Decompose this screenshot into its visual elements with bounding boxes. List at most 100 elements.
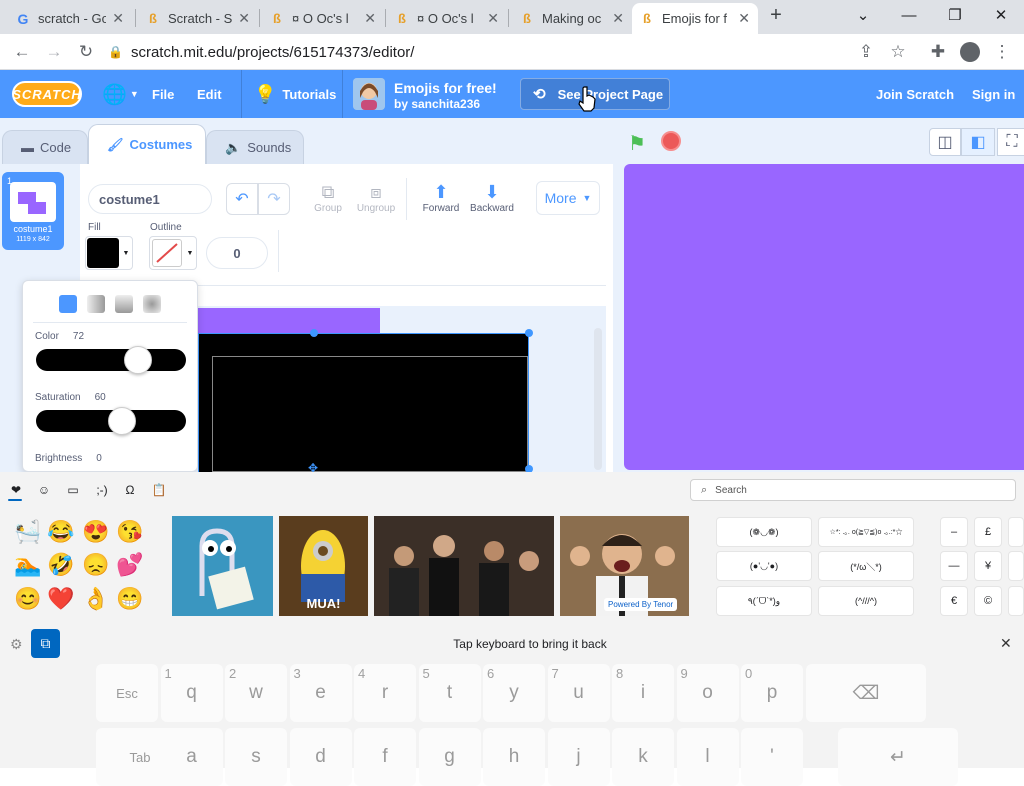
small-stage-button[interactable]: ◫: [929, 128, 961, 156]
keyboard-key[interactable]: a: [160, 728, 223, 786]
keyboard-key[interactable]: k: [612, 728, 674, 786]
kaomoji-key[interactable]: (*/ω＼*): [818, 551, 914, 581]
emoji-key[interactable]: 😊: [13, 584, 43, 614]
close-icon[interactable]: ✕: [612, 10, 624, 27]
tutorials-button[interactable]: 💡 Tutorials: [254, 70, 336, 118]
undo-button[interactable]: ↶: [226, 183, 258, 215]
keyboard-key[interactable]: t5: [418, 664, 481, 722]
symbol-key[interactable]: —: [940, 551, 968, 581]
green-flag-icon[interactable]: ⚑: [628, 131, 646, 156]
symbol-key[interactable]: €: [940, 586, 968, 616]
color-slider[interactable]: [36, 349, 186, 371]
color-slider-knob[interactable]: [124, 346, 152, 374]
tab-sounds[interactable]: 🔈 Sounds: [206, 130, 304, 164]
close-icon[interactable]: ✕: [738, 10, 750, 27]
group-button[interactable]: ⧉ Group: [310, 182, 346, 214]
keyboard-key[interactable]: o9: [676, 664, 739, 722]
symbols-category-icon[interactable]: Ω: [120, 482, 140, 498]
menu-button[interactable]: ⋮: [990, 40, 1014, 64]
close-icon[interactable]: ✕: [364, 10, 376, 27]
kaomoji-key[interactable]: (❁◡❁): [716, 517, 812, 547]
emoji-key[interactable]: 😁: [115, 584, 145, 614]
emoji-key[interactable]: 🏊: [13, 550, 43, 580]
browser-tab[interactable]: ß ¤ O Oc's l ✕: [262, 3, 384, 34]
kaomoji-key[interactable]: ☆*: .｡. o(≧▽≦)o .｡.:*☆: [818, 517, 914, 547]
symbol-key[interactable]: ¥: [974, 551, 1002, 581]
keyboard-key[interactable]: r4: [354, 664, 416, 722]
redo-button[interactable]: ↷: [258, 183, 290, 215]
browser-tab[interactable]: ß ¤ O Oc's l ✕: [387, 3, 507, 34]
keyboard-key[interactable]: ': [741, 728, 803, 786]
browser-tab[interactable]: ß Scratch - Se ✕: [138, 3, 258, 34]
tab-code[interactable]: ▬ Code: [2, 130, 88, 164]
costume-name-input[interactable]: costume1: [88, 184, 212, 214]
keyboard-key[interactable]: p0: [741, 664, 803, 722]
resize-handle[interactable]: [310, 329, 318, 337]
close-icon[interactable]: ✕: [238, 10, 250, 27]
emoji-key[interactable]: 😘: [115, 517, 145, 547]
emoji-key[interactable]: 😞: [81, 550, 111, 580]
emoji-key[interactable]: 💕: [115, 550, 145, 580]
emoji-key[interactable]: 👌: [81, 584, 111, 614]
symbol-key[interactable]: £: [974, 517, 1002, 547]
gif-thumbnail[interactable]: [374, 516, 554, 616]
symbol-key[interactable]: [1008, 551, 1024, 581]
radial-gradient-option[interactable]: [143, 295, 161, 313]
resize-handle[interactable]: [525, 329, 533, 337]
gif-category-icon[interactable]: ▭: [63, 482, 83, 498]
stop-icon[interactable]: [661, 131, 681, 151]
emoji-search-input[interactable]: ⌕ Search: [690, 479, 1016, 501]
keyboard-key[interactable]: h: [483, 728, 545, 786]
outline-width-input[interactable]: 0: [206, 237, 268, 269]
browser-tab[interactable]: G scratch - Go ✕: [8, 3, 132, 34]
keyboard-key[interactable]: u7: [547, 664, 610, 722]
edit-menu[interactable]: Edit: [197, 70, 222, 118]
emoji-key[interactable]: 😍: [81, 517, 111, 547]
backward-button[interactable]: ⬇ Backward: [468, 182, 516, 214]
fullscreen-button[interactable]: ⛶: [997, 128, 1024, 156]
emoji-key[interactable]: 🤣: [46, 550, 76, 580]
reload-button[interactable]: ↻: [74, 40, 98, 64]
browser-tab[interactable]: ß Making oc ✕: [512, 3, 632, 34]
join-scratch-link[interactable]: Join Scratch: [876, 70, 954, 118]
keyboard-key[interactable]: Esc: [96, 664, 158, 722]
keyboard-key[interactable]: w2: [225, 664, 287, 722]
gif-thumbnail[interactable]: [172, 516, 273, 616]
keyboard-key[interactable]: g: [418, 728, 481, 786]
saturation-slider-knob[interactable]: [108, 407, 136, 435]
clipboard-icon[interactable]: 📋: [149, 482, 169, 498]
backspace-key[interactable]: ⌫: [806, 664, 926, 722]
profile-button[interactable]: [958, 40, 982, 64]
symbol-key[interactable]: [1008, 586, 1024, 616]
normal-stage-button[interactable]: ◧: [961, 128, 995, 156]
close-icon[interactable]: ✕: [487, 10, 499, 27]
gif-thumbnail[interactable]: Powered By Tenor: [560, 516, 689, 616]
close-icon[interactable]: ✕: [1000, 635, 1012, 652]
ungroup-button[interactable]: ⧈ Ungroup: [354, 182, 398, 214]
extensions-button[interactable]: ✚: [926, 40, 950, 64]
author-avatar[interactable]: [353, 78, 385, 110]
language-button[interactable]: 🌐 ▼: [102, 70, 139, 118]
tab-search-button[interactable]: ⌄: [840, 0, 886, 30]
keyboard-key[interactable]: s: [225, 728, 287, 786]
symbol-key[interactable]: [1008, 517, 1024, 547]
close-icon[interactable]: ✕: [112, 10, 124, 27]
canvas-scrollbar[interactable]: [594, 328, 602, 470]
minimize-button[interactable]: —: [886, 0, 932, 30]
kaomoji-category-icon[interactable]: ;-): [92, 482, 112, 498]
new-tab-button[interactable]: +: [754, 0, 798, 30]
emoji-key[interactable]: 🛀: [13, 517, 43, 547]
outline-color-picker[interactable]: ▼: [149, 236, 197, 270]
bookmark-button[interactable]: ☆: [886, 40, 910, 64]
enter-key[interactable]: ↵: [838, 728, 958, 786]
browser-tab-active[interactable]: ß Emojis for f ✕: [632, 3, 758, 34]
emoji-category-smiley-icon[interactable]: ☺: [34, 482, 54, 498]
project-author[interactable]: by sanchita236: [394, 97, 480, 111]
emoji-category-heart-icon[interactable]: ❤: [6, 482, 26, 498]
emoji-key[interactable]: 😂: [46, 517, 76, 547]
symbol-key[interactable]: ©: [974, 586, 1002, 616]
horizontal-gradient-option[interactable]: [87, 295, 105, 313]
solid-fill-option[interactable]: [59, 295, 77, 313]
emoji-key[interactable]: ❤️: [46, 584, 76, 614]
keyboard-key[interactable]: l: [676, 728, 739, 786]
